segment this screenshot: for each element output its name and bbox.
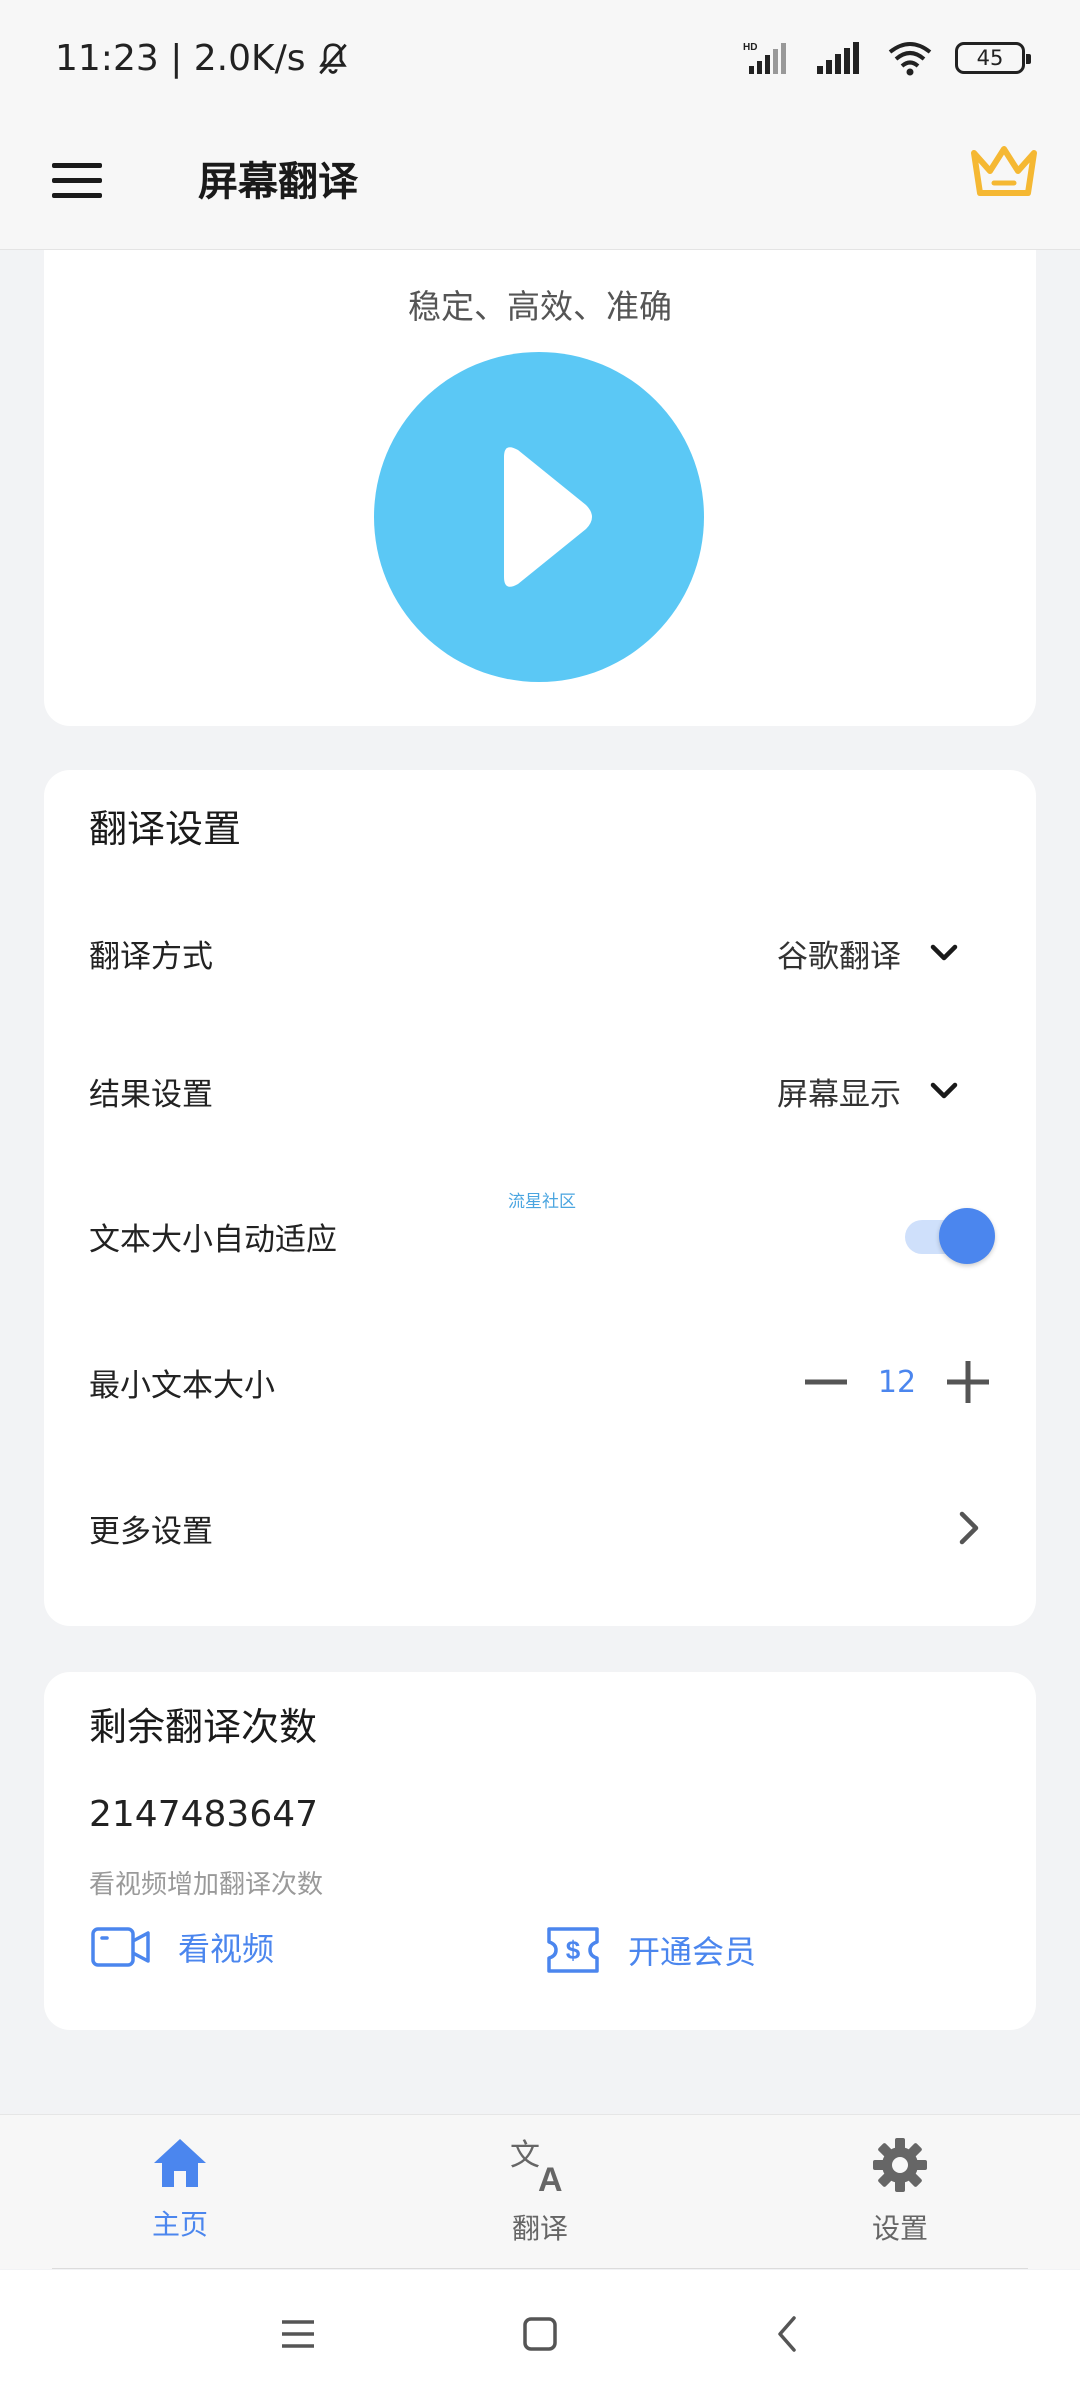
remaining-count-value: 2147483647 bbox=[89, 1794, 319, 1835]
translate-method-label: 翻译方式 bbox=[89, 938, 213, 975]
min-text-size-row: 最小文本大小 12 bbox=[89, 1342, 991, 1422]
settings-title: 翻译设置 bbox=[89, 807, 242, 851]
start-card: 稳定、高效、准确 bbox=[44, 250, 1036, 726]
status-time-speed: 11:23 | 2.0K/s bbox=[55, 38, 306, 79]
recents-menu-icon[interactable] bbox=[278, 2314, 318, 2354]
min-text-size-stepper: 12 bbox=[803, 1359, 991, 1405]
result-setting-dropdown[interactable]: 屏幕显示 bbox=[777, 1069, 991, 1114]
membership-button[interactable]: $ 开通会员 bbox=[544, 1924, 756, 1976]
chevron-down-icon bbox=[930, 1082, 958, 1099]
crown-icon[interactable] bbox=[968, 143, 1040, 207]
play-button[interactable] bbox=[374, 352, 704, 682]
battery-icon: 45 bbox=[955, 42, 1031, 74]
wifi-icon bbox=[888, 42, 932, 76]
auto-size-toggle[interactable] bbox=[905, 1208, 995, 1264]
nav-settings[interactable]: 设置 bbox=[800, 2135, 1000, 2247]
more-settings-label: 更多设置 bbox=[89, 1513, 213, 1550]
result-setting-value: 屏幕显示 bbox=[777, 1076, 901, 1113]
nav-divider bbox=[52, 2268, 1028, 2269]
min-text-size-value: 12 bbox=[877, 1364, 917, 1400]
status-right: HD 45 bbox=[743, 40, 1031, 76]
gear-icon bbox=[873, 2138, 927, 2192]
tagline: 稳定、高效、准确 bbox=[408, 287, 672, 326]
nav-home-label: 主页 bbox=[151, 2208, 208, 2241]
result-setting-row[interactable]: 结果设置 屏幕显示 bbox=[89, 1051, 991, 1131]
watch-video-button[interactable]: 看视频 bbox=[90, 1924, 274, 1970]
nav-translate[interactable]: 文 A 翻译 bbox=[440, 2135, 640, 2247]
remaining-hint: 看视频增加翻译次数 bbox=[89, 1870, 324, 1900]
result-setting-label: 结果设置 bbox=[89, 1076, 213, 1113]
nav-settings-label: 设置 bbox=[871, 2212, 928, 2245]
nav-home[interactable]: 主页 bbox=[80, 2135, 280, 2243]
system-nav-bar bbox=[0, 2270, 1080, 2400]
battery-level: 45 bbox=[976, 46, 1004, 70]
status-left: 11:23 | 2.0K/s bbox=[55, 38, 352, 79]
app-bar: 屏幕翻译 bbox=[0, 125, 1080, 250]
ticket-dollar-icon: $ bbox=[547, 1927, 599, 1973]
hd-signal-icon: HD bbox=[743, 42, 786, 74]
translate-icon: 文 A bbox=[510, 2138, 563, 2195]
remaining-title: 剩余翻译次数 bbox=[89, 1705, 318, 1749]
home-icon bbox=[154, 2139, 206, 2187]
chevron-down-icon bbox=[930, 944, 958, 961]
svg-text:HD: HD bbox=[743, 42, 757, 53]
translate-method-dropdown[interactable]: 谷歌翻译 bbox=[777, 931, 991, 976]
status-bar: 11:23 | 2.0K/s HD 45 bbox=[0, 0, 1080, 125]
translate-method-value: 谷歌翻译 bbox=[777, 938, 901, 975]
play-icon bbox=[504, 447, 592, 587]
video-camera-icon bbox=[91, 1927, 150, 1967]
translate-method-row[interactable]: 翻译方式 谷歌翻译 bbox=[89, 913, 991, 993]
remaining-count-card: 剩余翻译次数 2147483647 看视频增加翻译次数 看视频 $ 开通会员 bbox=[44, 1672, 1036, 2030]
svg-text:$: $ bbox=[566, 1935, 581, 1965]
bell-off-icon bbox=[318, 42, 347, 74]
translate-settings-card: 翻译设置 翻译方式 谷歌翻译 结果设置 屏幕显示 流星社区 文本大小自动适应 最 bbox=[44, 770, 1036, 1626]
chevron-right-icon bbox=[959, 1511, 979, 1545]
auto-size-label: 文本大小自动适应 bbox=[89, 1221, 337, 1258]
svg-text:A: A bbox=[538, 2161, 563, 2195]
signal-icon bbox=[817, 42, 859, 74]
back-icon[interactable] bbox=[770, 2314, 806, 2354]
watch-video-label: 看视频 bbox=[178, 1930, 275, 1968]
home-square-icon[interactable] bbox=[520, 2314, 560, 2354]
auto-size-row: 文本大小自动适应 bbox=[89, 1196, 995, 1276]
svg-text:文: 文 bbox=[510, 2138, 540, 2173]
more-settings-row[interactable]: 更多设置 bbox=[89, 1488, 991, 1568]
page-title: 屏幕翻译 bbox=[198, 159, 358, 205]
toggle-knob bbox=[939, 1208, 995, 1264]
min-text-size-label: 最小文本大小 bbox=[89, 1367, 275, 1404]
bottom-nav: 主页 文 A 翻译 设置 bbox=[0, 2114, 1080, 2269]
menu-icon[interactable] bbox=[50, 153, 106, 209]
nav-translate-label: 翻译 bbox=[511, 2212, 568, 2245]
membership-label: 开通会员 bbox=[628, 1933, 757, 1971]
minus-icon[interactable] bbox=[803, 1359, 849, 1405]
plus-icon[interactable] bbox=[945, 1359, 991, 1405]
